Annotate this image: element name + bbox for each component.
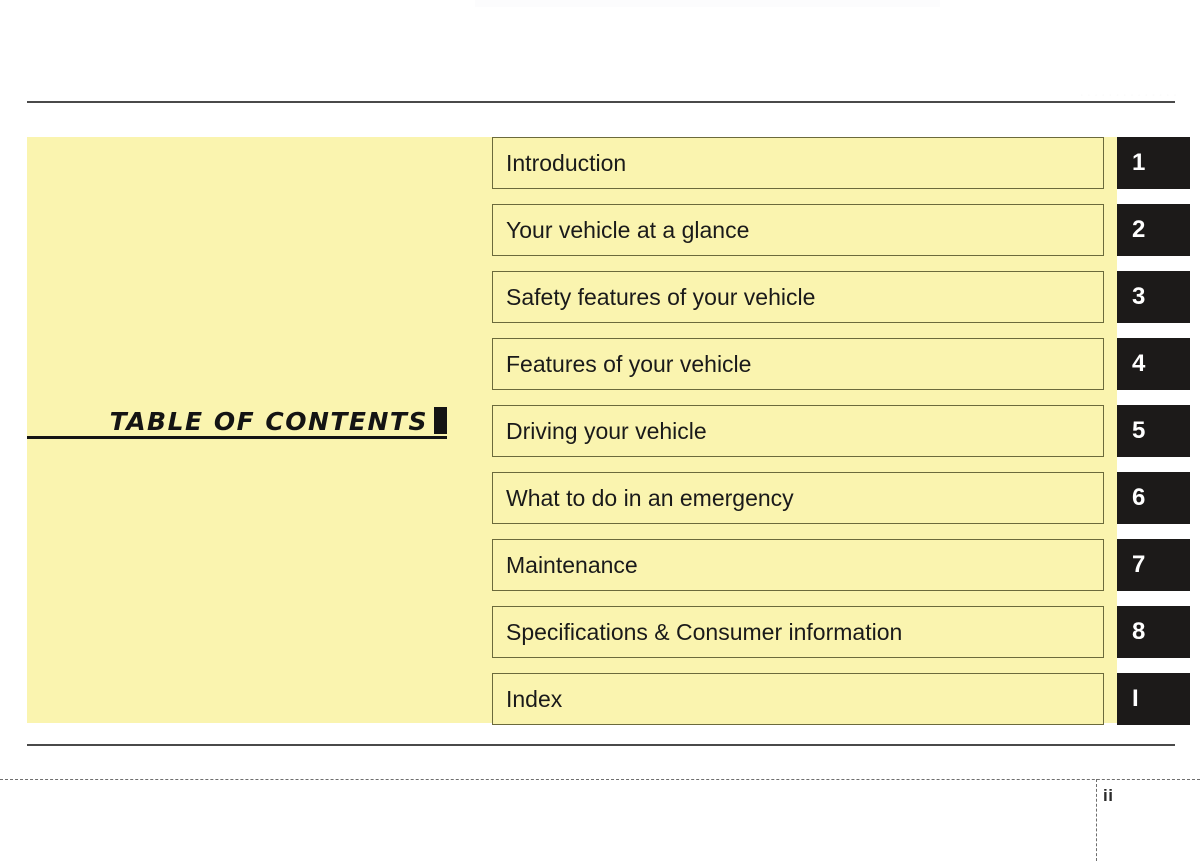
toc-tab-number: 6 [1132,484,1146,511]
toc-tab-number: 8 [1132,618,1146,645]
toc-row[interactable]: Maintenance 7 [492,539,1190,591]
toc-tab-3[interactable]: 3 [1117,271,1190,323]
toc-tab-1[interactable]: 1 [1117,137,1190,189]
toc-entry-label: Your vehicle at a glance [506,216,750,243]
toc-tab-number: 7 [1132,551,1146,578]
toc-entry-label: Features of your vehicle [506,350,752,377]
toc-tab-7[interactable]: 7 [1117,539,1190,591]
toc-tab-5[interactable]: 5 [1117,405,1190,457]
scan-artifact-band [475,0,940,7]
toc-tab-number: I [1132,685,1139,712]
toc-entry-9[interactable]: Index [492,673,1104,725]
toc-tab-number: 5 [1132,417,1146,444]
toc-tab-8[interactable]: 8 [1117,606,1190,658]
manual-toc-page: .............. TABLE OF CONTENTS Introdu… [0,0,1200,861]
toc-tab-number: 3 [1132,283,1146,310]
toc-entry-label: Specifications & Consumer information [506,618,903,645]
toc-entry-label: Maintenance [506,551,638,578]
toc-entry-label: Safety features of your vehicle [506,283,816,310]
toc-tab-2[interactable]: 2 [1117,204,1190,256]
toc-row[interactable]: Index I [492,673,1190,725]
toc-row[interactable]: Driving your vehicle 5 [492,405,1190,457]
ghost-header-text: .............. [1079,83,1180,100]
toc-entry-2[interactable]: Your vehicle at a glance [492,204,1104,256]
page-title-inner: TABLE OF CONTENTS [110,407,447,434]
toc-tab-number: 1 [1132,149,1146,176]
toc-entry-6[interactable]: What to do in an emergency [492,472,1104,524]
page-number: ii [1103,786,1114,805]
toc-tab-9[interactable]: I [1117,673,1190,725]
toc-entry-5[interactable]: Driving your vehicle [492,405,1104,457]
toc-entry-3[interactable]: Safety features of your vehicle [492,271,1104,323]
toc-tab-number: 2 [1132,216,1146,243]
toc-entry-8[interactable]: Specifications & Consumer information [492,606,1104,658]
trim-mark-horizontal [0,779,1200,780]
toc-row[interactable]: Safety features of your vehicle 3 [492,271,1190,323]
trim-mark-vertical [1096,779,1097,861]
toc-entry-7[interactable]: Maintenance [492,539,1104,591]
toc-entry-label: Index [506,685,563,712]
toc-entry-4[interactable]: Features of your vehicle [492,338,1104,390]
toc-tab-number: 4 [1132,350,1146,377]
toc-tab-4[interactable]: 4 [1117,338,1190,390]
footer-rule [27,744,1175,746]
toc-entry-label: Driving your vehicle [506,417,707,444]
toc-entry-label: What to do in an emergency [506,484,794,511]
toc-row[interactable]: Your vehicle at a glance 2 [492,204,1190,256]
toc-list: Introduction 1 Your vehicle at a glance 2 Sa… [492,137,1190,725]
title-marker-block [434,407,447,434]
page-title-label: TABLE OF CONTENTS [109,407,428,436]
toc-entry-1[interactable]: Introduction [492,137,1104,189]
toc-tab-6[interactable]: 6 [1117,472,1190,524]
toc-row[interactable]: Introduction 1 [492,137,1190,189]
page-title: TABLE OF CONTENTS [27,400,447,439]
toc-row[interactable]: Specifications & Consumer information 8 [492,606,1190,658]
header-rule [27,101,1175,103]
toc-row[interactable]: Features of your vehicle 4 [492,338,1190,390]
toc-row[interactable]: What to do in an emergency 6 [492,472,1190,524]
toc-entry-label: Introduction [506,149,627,176]
